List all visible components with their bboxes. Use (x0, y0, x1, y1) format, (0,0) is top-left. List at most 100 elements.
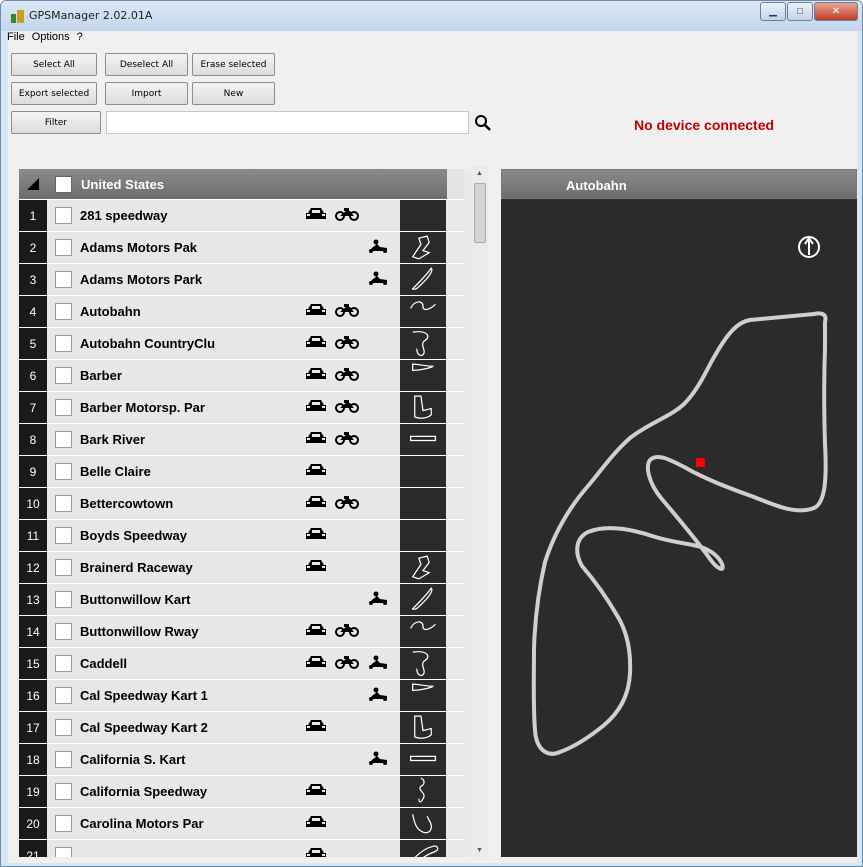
row-checkbox[interactable] (55, 303, 72, 320)
kart-icon (367, 239, 389, 255)
row-checkbox[interactable] (55, 207, 72, 224)
row-gap (446, 776, 464, 807)
row-gap (446, 328, 464, 359)
minimize-button[interactable]: ▁ (760, 2, 786, 21)
row-checkbox[interactable] (55, 687, 72, 704)
track-thumbnail (400, 328, 446, 359)
row-checkbox[interactable] (55, 239, 72, 256)
scrollbar-thumb[interactable] (474, 183, 486, 243)
row-number: 6 (19, 360, 47, 391)
deselect-all-button[interactable]: Deselect All (105, 53, 188, 76)
car-icon (305, 495, 327, 511)
track-row[interactable]: 11 Boyds Speedway (19, 519, 464, 551)
track-row[interactable]: 7 Barber Motorsp. Par (19, 391, 464, 423)
car-icon (305, 783, 327, 799)
list-scrollbar[interactable]: ▲ ▼ (472, 166, 488, 858)
row-checkbox[interactable] (55, 719, 72, 736)
device-status: No device connected (634, 117, 775, 133)
track-row[interactable]: 10 Bettercowtown (19, 487, 464, 519)
track-row[interactable]: 13 Buttonwillow Kart (19, 583, 464, 615)
row-body: Adams Motors Park (47, 264, 400, 295)
row-checkbox[interactable] (55, 591, 72, 608)
row-checkbox[interactable] (55, 783, 72, 800)
track-name: Boyds Speedway (80, 528, 187, 543)
search-icon[interactable] (474, 114, 492, 132)
row-checkbox[interactable] (55, 559, 72, 576)
row-checkbox[interactable] (55, 623, 72, 640)
filter-button[interactable]: Filter (11, 111, 101, 134)
track-row[interactable]: 19 California Speedway (19, 775, 464, 807)
close-button[interactable]: ✕ (814, 2, 858, 21)
filter-input[interactable] (106, 111, 469, 134)
row-checkbox[interactable] (55, 815, 72, 832)
track-row[interactable]: 2 Adams Motors Pak (19, 231, 464, 263)
track-row[interactable]: 1 281 speedway (19, 199, 464, 231)
car-icon (305, 335, 327, 351)
track-row[interactable]: 4 Autobahn (19, 295, 464, 327)
row-gap (446, 552, 464, 583)
new-button[interactable]: New (192, 82, 275, 105)
row-checkbox[interactable] (55, 367, 72, 384)
import-button[interactable]: Import (105, 82, 188, 105)
row-body: 281 speedway (47, 200, 400, 231)
track-thumbnail (400, 264, 446, 295)
track-row[interactable]: 21 (19, 839, 464, 857)
track-row[interactable]: 18 California S. Kart (19, 743, 464, 775)
track-row[interactable]: 14 Buttonwillow Rway (19, 615, 464, 647)
row-checkbox[interactable] (55, 431, 72, 448)
menu-file[interactable]: File (7, 31, 25, 46)
row-number: 20 (19, 808, 47, 839)
select-all-checkbox[interactable] (55, 176, 72, 193)
track-outline (531, 311, 828, 756)
kart-icon (367, 655, 389, 671)
maximize-button[interactable]: □ (787, 2, 813, 21)
list-header: United States (19, 169, 447, 199)
row-checkbox[interactable] (55, 655, 72, 672)
menu-options[interactable]: Options (32, 31, 70, 46)
row-checkbox[interactable] (55, 495, 72, 512)
track-thumbnail (400, 840, 446, 857)
track-thumbnail (400, 520, 446, 551)
track-name: Buttonwillow Rway (80, 624, 199, 639)
track-row[interactable]: 3 Adams Motors Park (19, 263, 464, 295)
row-number: 19 (19, 776, 47, 807)
scroll-up-icon[interactable]: ▲ (476, 170, 483, 177)
row-body: Carolina Motors Par (47, 808, 400, 839)
row-body: California S. Kart (47, 744, 400, 775)
scroll-down-icon[interactable]: ▼ (476, 847, 483, 854)
track-row[interactable]: 17 Cal Speedway Kart 2 (19, 711, 464, 743)
track-row[interactable]: 15 Caddell (19, 647, 464, 679)
track-thumbnail (400, 360, 446, 391)
row-number: 11 (19, 520, 47, 551)
row-gap (446, 296, 464, 327)
row-checkbox[interactable] (55, 463, 72, 480)
row-checkbox[interactable] (55, 271, 72, 288)
row-number: 21 (19, 840, 47, 857)
row-checkbox[interactable] (55, 335, 72, 352)
row-gap (446, 488, 464, 519)
track-name: California S. Kart (80, 752, 186, 767)
row-checkbox[interactable] (55, 399, 72, 416)
row-checkbox[interactable] (55, 847, 72, 857)
track-row[interactable]: 6 Barber (19, 359, 464, 391)
sort-icon[interactable] (27, 178, 39, 190)
track-thumbnail (400, 200, 446, 231)
row-body: Barber Motorsp. Par (47, 392, 400, 423)
row-checkbox[interactable] (55, 527, 72, 544)
erase-selected-button[interactable]: Erase selected (192, 53, 275, 76)
menu-bar: File Options ? (7, 31, 857, 46)
row-gap (446, 616, 464, 647)
track-thumbnail (400, 552, 446, 583)
select-all-button[interactable]: Select All (11, 53, 97, 76)
row-checkbox[interactable] (55, 751, 72, 768)
country-label: United States (81, 177, 165, 192)
menu-help[interactable]: ? (77, 31, 83, 46)
export-selected-button[interactable]: Export selected (11, 82, 97, 105)
track-row[interactable]: 5 Autobahn CountryClu (19, 327, 464, 359)
track-row[interactable]: 9 Belle Claire (19, 455, 464, 487)
row-body: Boyds Speedway (47, 520, 400, 551)
track-row[interactable]: 8 Bark River (19, 423, 464, 455)
track-row[interactable]: 12 Brainerd Raceway (19, 551, 464, 583)
track-row[interactable]: 20 Carolina Motors Par (19, 807, 464, 839)
track-row[interactable]: 16 Cal Speedway Kart 1 (19, 679, 464, 711)
